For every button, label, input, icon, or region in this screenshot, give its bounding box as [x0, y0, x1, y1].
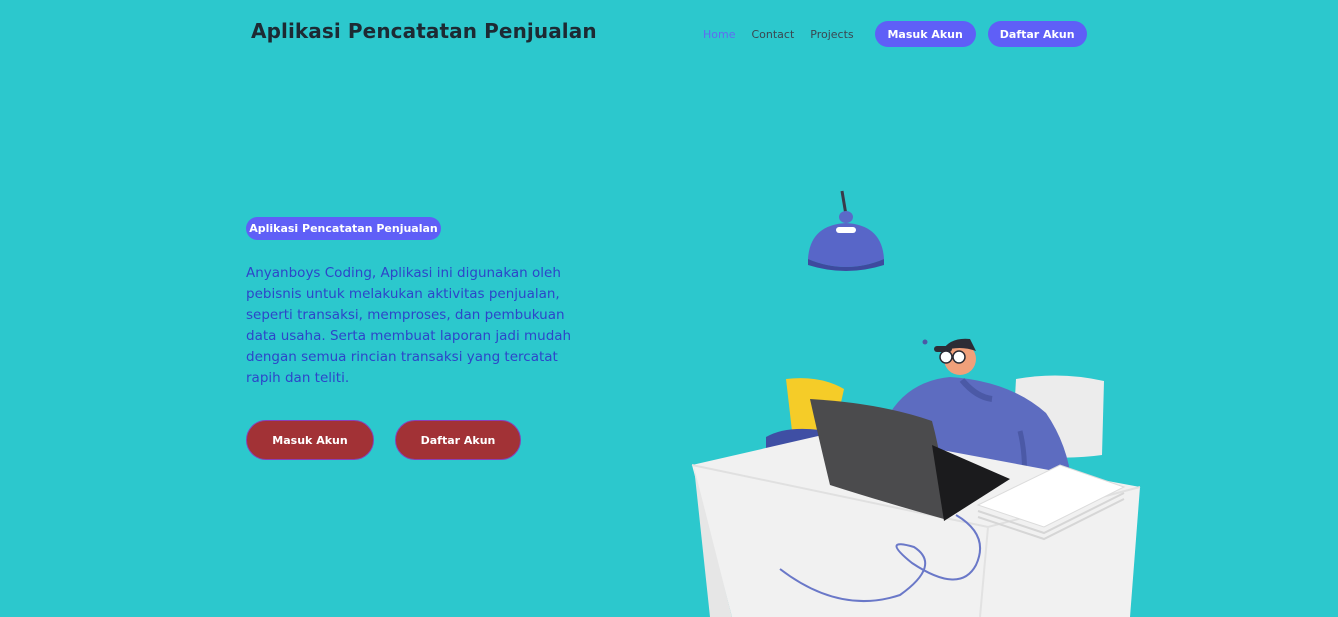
nav-link-contact[interactable]: Contact: [751, 28, 794, 41]
hero-tag-badge: Aplikasi Pencatatan Penjualan: [246, 217, 441, 240]
nav-register-button[interactable]: Daftar Akun: [987, 21, 1087, 47]
nav-login-button[interactable]: Masuk Akun: [874, 21, 976, 47]
app-brand-title: Aplikasi Pencatatan Penjualan: [251, 19, 597, 43]
top-nav: Home Contact Projects Masuk Akun Daftar …: [703, 21, 1087, 47]
nav-link-home[interactable]: Home: [703, 28, 735, 41]
hero-illustration: [691, 190, 1141, 617]
nav-link-projects[interactable]: Projects: [810, 28, 853, 41]
hero-register-button[interactable]: Daftar Akun: [395, 420, 521, 460]
lamp-icon: [808, 190, 884, 271]
hero-description: Anyanboys Coding, Aplikasi ini digunakan…: [246, 265, 572, 386]
hero-login-button[interactable]: Masuk Akun: [246, 420, 374, 460]
